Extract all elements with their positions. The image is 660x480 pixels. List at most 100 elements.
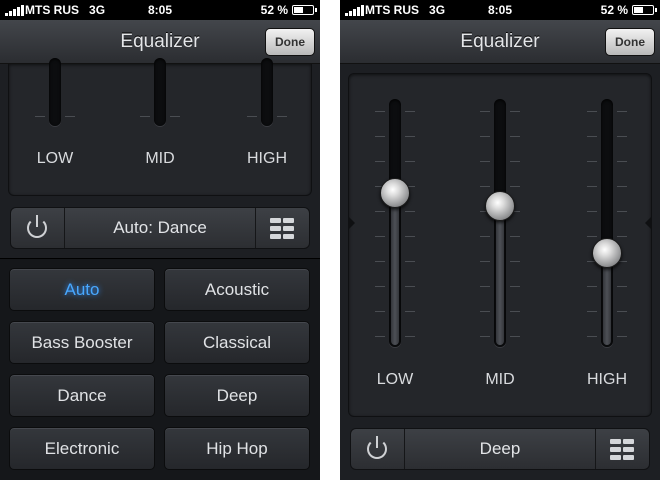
battery-percent: 52 % xyxy=(600,3,628,17)
slider-tick xyxy=(480,261,490,262)
slider-track[interactable] xyxy=(49,58,61,126)
current-preset-label[interactable]: Auto: Dance xyxy=(66,208,254,248)
preset-list: Auto Acoustic Bass Booster Classical Dan… xyxy=(0,258,320,480)
preset-button-auto[interactable]: Auto xyxy=(9,268,155,311)
presets-button[interactable] xyxy=(595,429,649,469)
slider-tick xyxy=(617,161,627,162)
slider-tick xyxy=(480,311,490,312)
done-button[interactable]: Done xyxy=(605,28,655,56)
slider-tick xyxy=(480,111,490,112)
band-label-mid: MID xyxy=(145,150,175,167)
slider-tick xyxy=(480,236,490,237)
slider-tick xyxy=(375,161,385,162)
band-slider-low[interactable]: LOW xyxy=(25,58,85,196)
slider-tick xyxy=(587,236,597,237)
slider-tick xyxy=(617,236,627,237)
slider-tick xyxy=(617,311,627,312)
slider-tick xyxy=(587,186,597,187)
band-label-low: LOW xyxy=(36,150,74,167)
slider-tick xyxy=(617,136,627,137)
slider-track[interactable] xyxy=(154,58,166,126)
band-label-low: LOW xyxy=(376,371,414,388)
equalizer-screen-presets: MTS RUS 3G 8:05 52 % Equalizer Done LOW … xyxy=(0,0,320,480)
slider-tick xyxy=(587,136,597,137)
power-button[interactable] xyxy=(351,429,405,469)
slider-tick xyxy=(617,211,627,212)
preset-control-bar: Deep xyxy=(350,428,650,470)
slider-tick xyxy=(405,236,415,237)
slider-tick xyxy=(587,111,597,112)
slider-tick xyxy=(405,261,415,262)
slider-tick xyxy=(405,161,415,162)
slider-tick xyxy=(375,111,385,112)
battery-icon xyxy=(632,5,657,15)
preset-button-acoustic[interactable]: Acoustic xyxy=(164,268,310,311)
slider-tick xyxy=(587,211,597,212)
navigation-bar: Equalizer Done xyxy=(340,20,660,64)
equalizer-screen-sliders: MTS RUS 3G 8:05 52 % Equalizer Done LOW … xyxy=(340,0,660,480)
band-label-high: HIGH xyxy=(587,371,627,388)
slider-tick xyxy=(510,111,520,112)
slider-tick xyxy=(375,211,385,212)
slider-tick xyxy=(405,136,415,137)
slider-track[interactable] xyxy=(261,58,273,126)
slider-tick xyxy=(405,211,415,212)
slider-knob[interactable] xyxy=(592,237,622,268)
status-bar: MTS RUS 3G 8:05 52 % xyxy=(340,0,660,20)
slider-tick xyxy=(617,336,627,337)
power-button[interactable] xyxy=(11,208,65,248)
equalizer-panel: LOW MID HIGH xyxy=(8,58,312,196)
slider-tick xyxy=(405,311,415,312)
slider-tick xyxy=(480,186,490,187)
done-button[interactable]: Done xyxy=(265,28,315,56)
slider-knob[interactable] xyxy=(485,190,515,221)
slider-tick xyxy=(375,336,385,337)
band-slider-high[interactable]: HIGH xyxy=(237,58,297,196)
band-slider-mid[interactable]: MID xyxy=(130,58,190,196)
slider-tick xyxy=(510,236,520,237)
preset-control-bar: Auto: Dance xyxy=(10,207,310,249)
panel-marker-right xyxy=(645,216,652,230)
slider-tick xyxy=(510,336,520,337)
equalizer-panel: LOW MID HIGH xyxy=(348,73,652,417)
battery-percent: 52 % xyxy=(260,3,288,17)
slider-track[interactable] xyxy=(601,99,613,347)
slider-tick xyxy=(375,311,385,312)
preset-button-deep[interactable]: Deep xyxy=(164,374,310,417)
preset-button-electronic[interactable]: Electronic xyxy=(9,427,155,470)
band-slider-mid[interactable]: MID xyxy=(470,99,530,409)
slider-tick xyxy=(510,286,520,287)
slider-tick xyxy=(375,286,385,287)
slider-tick xyxy=(480,136,490,137)
slider-tick xyxy=(587,161,597,162)
current-preset-label[interactable]: Deep xyxy=(406,429,594,469)
slider-tick xyxy=(405,111,415,112)
preset-button-bass-booster[interactable]: Bass Booster xyxy=(9,321,155,364)
slider-tick xyxy=(587,336,597,337)
slider-tick xyxy=(405,286,415,287)
slider-track[interactable] xyxy=(494,99,506,347)
status-bar: MTS RUS 3G 8:05 52 % xyxy=(0,0,320,20)
slider-tick xyxy=(405,336,415,337)
slider-tick xyxy=(480,286,490,287)
slider-tick xyxy=(587,311,597,312)
slider-tick xyxy=(587,286,597,287)
slider-tick xyxy=(617,111,627,112)
band-label-high: HIGH xyxy=(247,150,287,167)
slider-tick xyxy=(480,336,490,337)
preset-button-hip-hop[interactable]: Hip Hop xyxy=(164,427,310,470)
slider-tick xyxy=(510,261,520,262)
slider-tick xyxy=(375,136,385,137)
slider-track[interactable] xyxy=(389,99,401,347)
slider-tick xyxy=(375,261,385,262)
panel-marker-left xyxy=(348,216,355,230)
slider-tick xyxy=(617,186,627,187)
slider-knob[interactable] xyxy=(380,178,410,209)
preset-button-classical[interactable]: Classical xyxy=(164,321,310,364)
preset-button-dance[interactable]: Dance xyxy=(9,374,155,417)
band-slider-low[interactable]: LOW xyxy=(365,99,425,409)
band-label-mid: MID xyxy=(485,371,515,388)
band-slider-high[interactable]: HIGH xyxy=(577,99,637,409)
presets-button[interactable] xyxy=(255,208,309,248)
slider-tick xyxy=(617,286,627,287)
